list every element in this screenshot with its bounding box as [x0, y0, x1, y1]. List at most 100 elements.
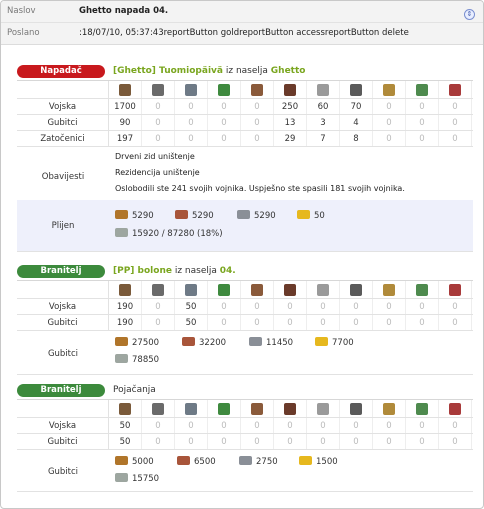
club-icon[interactable] [119, 84, 131, 96]
ram-icon[interactable] [317, 284, 329, 296]
hero-icon[interactable] [449, 284, 461, 296]
theutates-thunder-icon[interactable] [251, 403, 263, 415]
unit-icon-cell [439, 81, 472, 98]
haeduan-icon[interactable] [218, 284, 230, 296]
ram-icon[interactable] [317, 403, 329, 415]
unit-count-cell: 0 [175, 131, 208, 146]
loss-crop: 7700 [315, 337, 354, 348]
settler-icon[interactable] [416, 403, 428, 415]
druidrider-icon[interactable] [284, 284, 296, 296]
unit-icon-cell [274, 281, 307, 298]
unit-icon-cell [439, 281, 472, 298]
unit-count-cell: 0 [340, 434, 373, 449]
chieftain-icon[interactable] [383, 403, 395, 415]
ram-icon[interactable] [317, 84, 329, 96]
axe-icon[interactable] [185, 84, 197, 96]
unit-count-cell: 0 [439, 131, 472, 146]
reinforcement-units-table: Vojska 50 0 0 0 0 0 0 0 0 0 0 Gubitci 50 0 0 0 0 0 0 0 0 0 0 [17, 399, 473, 450]
unit-count-cell: 50 [175, 299, 208, 314]
defender-units-table: Vojska 190 0 50 0 0 0 0 0 0 0 0 Gubitci 190 0 50 0 0 0 0 0 0 0… [17, 280, 473, 331]
pathfinder-icon[interactable] [185, 284, 197, 296]
unit-count-cell: 0 [340, 315, 373, 330]
trebuchet-icon[interactable] [350, 284, 362, 296]
unit-count-cell: 0 [307, 315, 340, 330]
trebuchet-icon[interactable] [350, 403, 362, 415]
crop-icon [315, 337, 328, 346]
hero-icon[interactable] [449, 403, 461, 415]
defender-player-link[interactable]: [PP] bolone [113, 266, 172, 276]
clay-icon [175, 210, 188, 219]
collapse-toggle-icon[interactable]: ⇕ [464, 9, 475, 20]
unit-count-cell: 0 [142, 115, 175, 130]
corner-cell [17, 281, 109, 298]
hero-icon[interactable] [449, 84, 461, 96]
unit-count-cell: 13 [274, 115, 307, 130]
unit-icon-cell [241, 400, 274, 417]
unit-count-cell: 0 [274, 299, 307, 314]
info-line-1: Drveni zid uništenje [115, 152, 195, 161]
attacker-role-badge: Napadač [17, 65, 105, 78]
unit-count-cell: 0 [241, 418, 274, 433]
pathfinder-icon[interactable] [185, 403, 197, 415]
defender-role-badge: Branitelj [17, 265, 105, 278]
unit-icon-cell [142, 400, 175, 417]
loot-clay-value: 5290 [192, 211, 214, 221]
loss-wood-value: 5000 [132, 457, 154, 467]
unit-icon-cell [208, 281, 241, 298]
chieftain-icon[interactable] [383, 284, 395, 296]
settler-icon[interactable] [416, 84, 428, 96]
unit-count-cell: 0 [208, 115, 241, 130]
scout-icon[interactable] [218, 84, 230, 96]
loss-label: Gubitci [47, 467, 79, 477]
loss-total-value: 78850 [132, 355, 160, 365]
loot-carry-value: 15920 / 87280 (18%) [132, 229, 223, 239]
unit-icons-row [17, 81, 473, 99]
table-row: Vojska 1700 0 0 0 0 250 60 70 0 0 0 [17, 99, 473, 115]
unit-count-cell: 0 [373, 131, 406, 146]
spear-icon[interactable] [119, 403, 131, 415]
unit-count-cell: 0 [208, 299, 241, 314]
unit-count-cell: 0 [142, 299, 175, 314]
sword-icon[interactable] [152, 403, 164, 415]
teutonic-knight-icon[interactable] [284, 84, 296, 96]
chief-icon[interactable] [383, 84, 395, 96]
paladin-icon[interactable] [251, 84, 263, 96]
defender-loss-row: Gubitci 27500 32200 11450 7700 78850 [17, 333, 473, 375]
spear-icon[interactable] [152, 84, 164, 96]
haeduan-icon[interactable] [218, 403, 230, 415]
unit-count-cell: 0 [241, 131, 274, 146]
theutates-thunder-icon[interactable] [251, 284, 263, 296]
loss-crop-value: 1500 [316, 457, 338, 467]
unit-count-cell: 0 [340, 299, 373, 314]
unit-count-cell: 0 [307, 299, 340, 314]
spear-icon[interactable] [119, 284, 131, 296]
clay-icon [182, 337, 195, 346]
unit-icon-cell [340, 81, 373, 98]
catapult-icon[interactable] [350, 84, 362, 96]
unit-count-cell: 0 [406, 418, 439, 433]
unit-count-cell: 190 [109, 299, 142, 314]
druidrider-icon[interactable] [284, 403, 296, 415]
unit-icon-cell [175, 400, 208, 417]
clay-icon [177, 456, 190, 465]
attacker-player-link[interactable]: [Ghetto] Tuomiopäivä [113, 66, 223, 76]
unit-icons-row [17, 281, 473, 299]
unit-count-cell: 50 [109, 418, 142, 433]
row-label: Gubitci [17, 115, 109, 130]
unit-icon-cell [406, 81, 439, 98]
defender-village-link[interactable]: 04. [220, 266, 236, 276]
loss-total-value: 15750 [132, 474, 160, 484]
unit-count-cell: 0 [241, 434, 274, 449]
unit-icon-cell [406, 400, 439, 417]
attacker-village-link[interactable]: Ghetto [271, 66, 306, 76]
unit-count-cell: 0 [439, 434, 472, 449]
unit-icon-cell [307, 400, 340, 417]
defender-from-text: iz naselja [174, 266, 217, 276]
loot-wood-value: 5290 [132, 211, 154, 221]
unit-count-cell: 0 [142, 418, 175, 433]
settler-icon[interactable] [416, 284, 428, 296]
sword-icon[interactable] [152, 284, 164, 296]
info-line-3: Oslobodili ste 241 svojih vojnika. Uspje… [115, 184, 405, 193]
loss-iron: 2750 [239, 456, 278, 467]
unit-count-cell: 0 [142, 99, 175, 114]
